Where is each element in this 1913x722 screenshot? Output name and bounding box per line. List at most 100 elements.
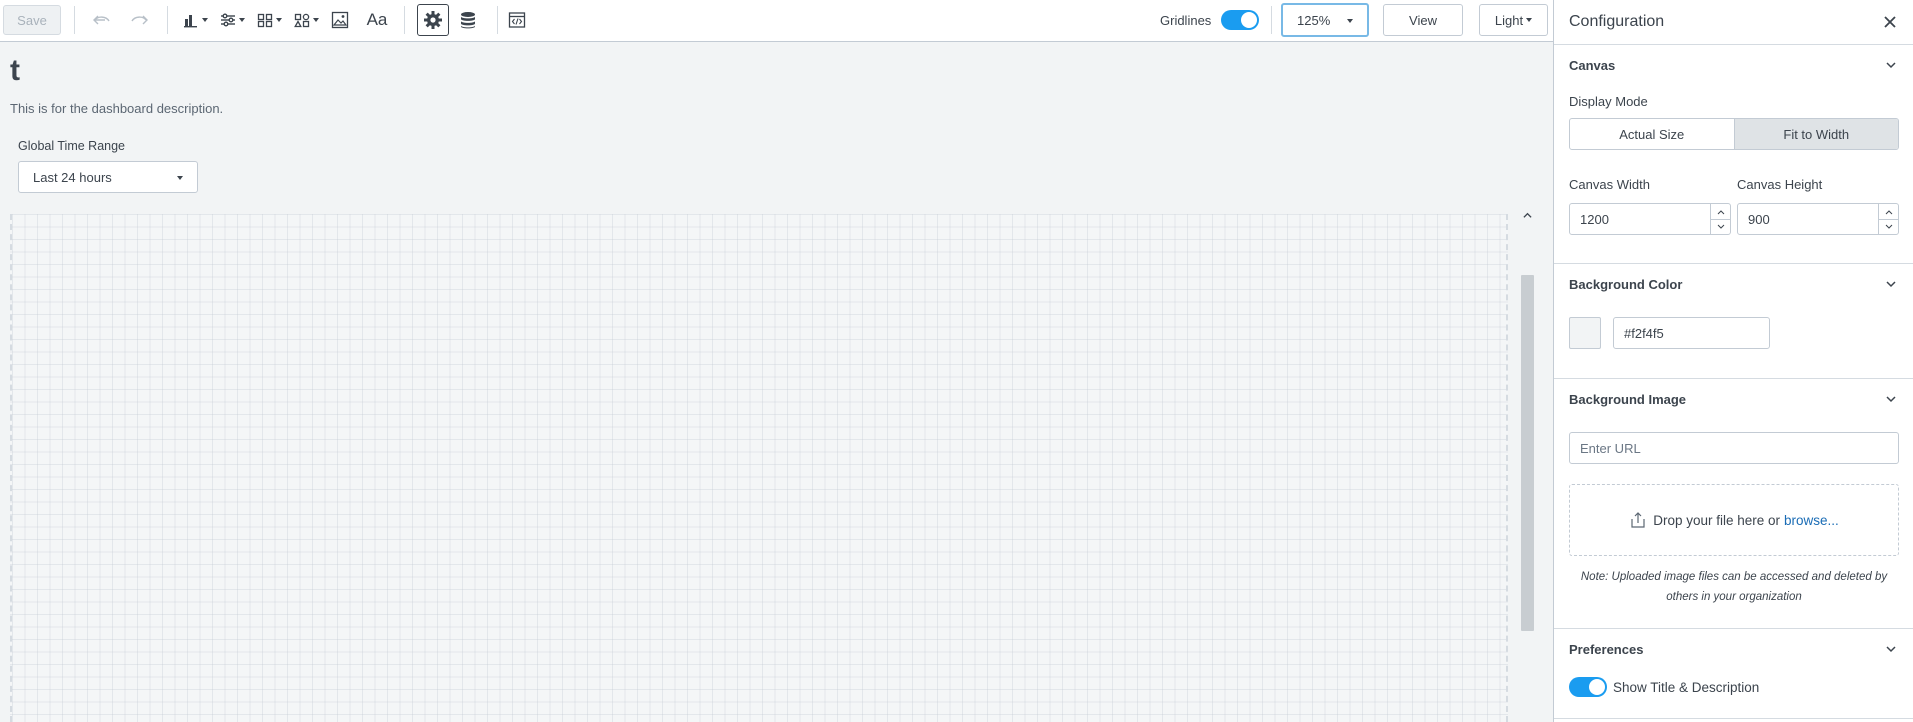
canvas-section: Canvas Display Mode Actual Size Fit to W… [1554, 45, 1913, 264]
show-title-label: Show Title & Description [1613, 679, 1760, 695]
chevron-down-icon [1886, 396, 1896, 403]
chevron-down-icon[interactable] [1717, 224, 1725, 230]
canvas-width-value: 1200 [1580, 211, 1609, 227]
canvas-height-stepper[interactable] [1878, 204, 1898, 234]
undo-icon [93, 15, 110, 25]
preferences-header[interactable]: Preferences [1554, 629, 1913, 669]
file-dropzone[interactable]: Drop your file here or browse... [1569, 484, 1899, 556]
chevron-down-icon [201, 18, 208, 22]
background-image-header[interactable]: Background Image [1554, 379, 1913, 419]
panel-title: Configuration [1569, 13, 1665, 30]
canvas-height-label: Canvas Height [1737, 177, 1823, 192]
display-mode-toggle: Actual Size Fit to Width [1569, 118, 1899, 150]
close-icon[interactable] [1881, 13, 1899, 31]
chevron-down-icon [1347, 19, 1353, 23]
dashboard-description[interactable]: This is for the dashboard description. [10, 101, 223, 116]
color-swatch[interactable] [1569, 317, 1601, 349]
display-mode-actual-size[interactable]: Actual Size [1570, 119, 1734, 149]
redo-icon [131, 15, 148, 25]
section-title: Background Color [1569, 276, 1683, 292]
gridlines-control: Gridlines [1160, 0, 1260, 40]
toolbar-divider [1271, 6, 1272, 34]
view-button[interactable]: View [1383, 4, 1463, 36]
grid-icon [257, 13, 272, 28]
background-color-input[interactable]: #f2f4f5 [1613, 317, 1770, 349]
chevron-down-icon [1886, 62, 1896, 69]
shapes-icon [293, 13, 309, 28]
chevron-down-icon[interactable] [1885, 224, 1893, 230]
section-title: Canvas [1569, 57, 1616, 73]
toolbar-divider [497, 6, 498, 34]
add-image-button[interactable] [328, 0, 352, 40]
add-shape-button[interactable] [290, 0, 322, 40]
time-range-value: Last 24 hours [33, 169, 112, 185]
image-icon [331, 11, 349, 29]
preferences-section: Preferences Show Title & Description [1554, 629, 1913, 719]
data-sources-button[interactable] [456, 0, 480, 40]
theme-value: Light [1494, 12, 1524, 28]
database-icon [461, 12, 475, 29]
undo-button[interactable] [90, 0, 114, 40]
canvas-scrollbar[interactable] [1519, 207, 1536, 722]
toolbar-divider [74, 6, 75, 34]
canvas-height-value: 900 [1748, 211, 1770, 227]
chevron-up-icon[interactable] [1717, 209, 1725, 215]
canvas-width-input[interactable]: 1200 [1569, 203, 1731, 235]
gear-icon [424, 11, 442, 29]
chevron-up-icon[interactable] [1523, 211, 1532, 220]
scrollbar-thumb[interactable] [1521, 275, 1534, 631]
add-layout-button[interactable] [253, 0, 285, 40]
dashboard-title[interactable]: t [10, 54, 20, 88]
section-title: Background Image [1569, 391, 1687, 407]
time-range-select[interactable]: Last 24 hours [18, 161, 198, 193]
background-image-section: Background Image Enter URL Drop your fil… [1554, 379, 1913, 629]
configuration-button[interactable] [417, 4, 449, 36]
configuration-panel: Configuration Canvas Display Mode Actual… [1553, 0, 1913, 722]
display-mode-label: Display Mode [1569, 94, 1648, 109]
chevron-up-icon[interactable] [1885, 209, 1893, 215]
chevron-down-icon [1526, 18, 1533, 22]
zoom-value: 125% [1297, 12, 1331, 28]
chevron-down-icon [1886, 281, 1896, 288]
theme-select[interactable]: Light [1479, 4, 1548, 36]
show-title-toggle[interactable] [1569, 677, 1607, 697]
canvas-width-stepper[interactable] [1710, 204, 1730, 234]
chevron-down-icon [312, 18, 319, 22]
bar-chart-icon [183, 15, 197, 28]
sliders-icon [220, 13, 235, 27]
code-icon [508, 12, 526, 28]
display-mode-fit-to-width[interactable]: Fit to Width [1733, 119, 1898, 149]
save-button[interactable]: Save [3, 5, 61, 35]
canvas-width-label: Canvas Width [1569, 177, 1650, 192]
editor-toolbar: Save Aa Gridlines 125% View Light [0, 0, 1553, 42]
add-text-button[interactable]: Aa [362, 0, 392, 40]
canvas-section-header[interactable]: Canvas [1554, 45, 1913, 85]
canvas-height-input[interactable]: 900 [1737, 203, 1899, 235]
background-color-section: Background Color #f2f4f5 [1554, 264, 1913, 379]
url-placeholder: Enter URL [1580, 440, 1641, 456]
zoom-select[interactable]: 125% [1281, 3, 1369, 37]
toolbar-divider [404, 6, 405, 34]
source-code-button[interactable] [505, 0, 529, 40]
gridlines-toggle[interactable] [1221, 10, 1260, 30]
chevron-down-icon [177, 176, 183, 180]
time-range-label: Global Time Range [18, 139, 126, 153]
dashboard-canvas[interactable] [10, 214, 1508, 722]
toolbar-divider [167, 6, 168, 34]
background-color-header[interactable]: Background Color [1554, 264, 1913, 304]
text-icon: Aa [366, 10, 388, 29]
add-input-button[interactable] [216, 0, 248, 40]
dropzone-text: Drop your file here or [1653, 512, 1781, 528]
chevron-down-icon [238, 18, 245, 22]
add-chart-button[interactable] [179, 0, 211, 40]
show-title-row: Show Title & Description [1569, 677, 1759, 697]
gridlines-label: Gridlines [1160, 12, 1212, 28]
chevron-down-icon [1886, 646, 1896, 653]
panel-header: Configuration [1554, 0, 1913, 45]
section-title: Preferences [1569, 641, 1644, 657]
upload-icon [1631, 512, 1645, 528]
browse-link[interactable]: browse... [1784, 513, 1839, 528]
background-image-url-input[interactable]: Enter URL [1569, 432, 1899, 464]
redo-button[interactable] [127, 0, 151, 40]
background-color-value: #f2f4f5 [1624, 325, 1664, 341]
